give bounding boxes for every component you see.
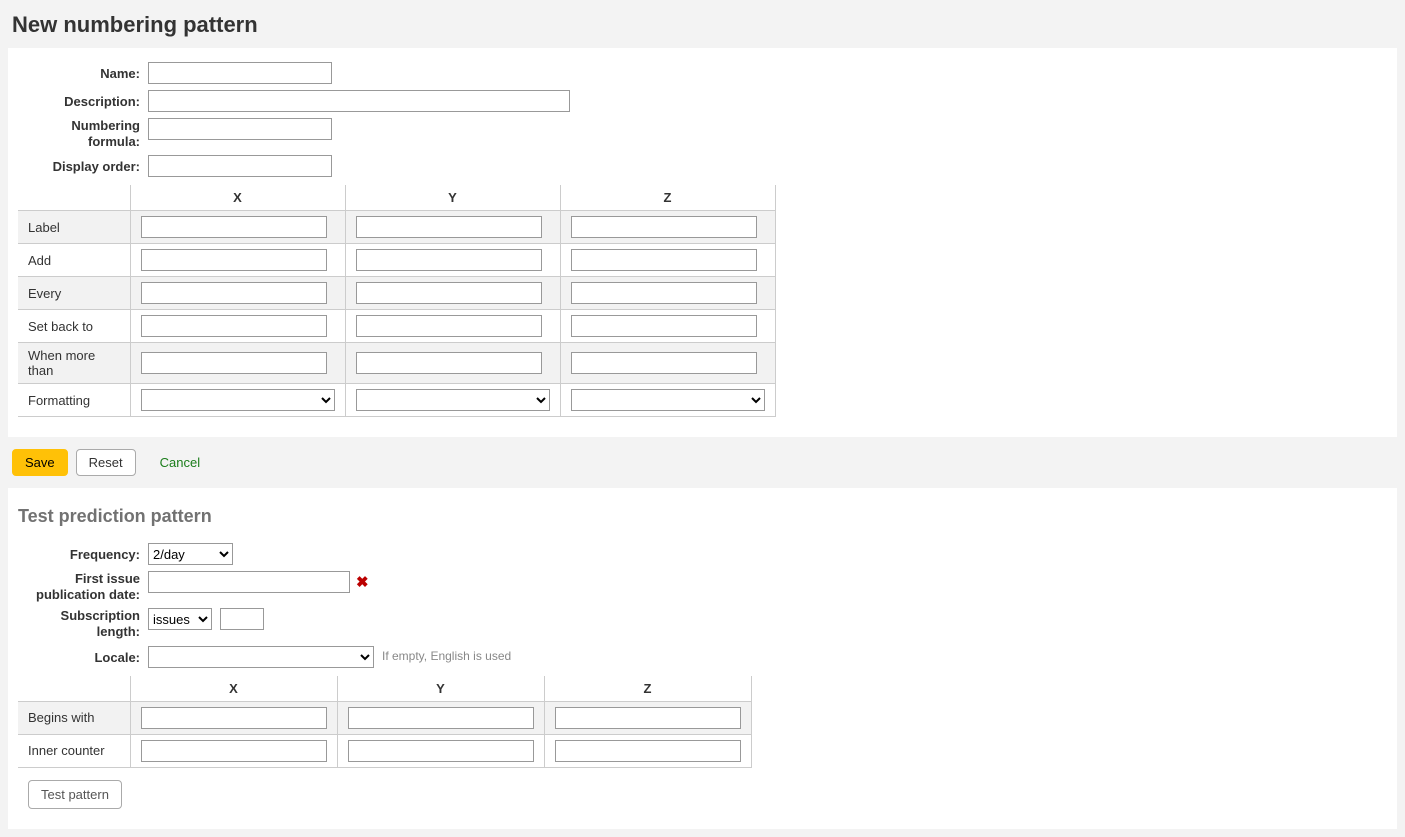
- every-y-input[interactable]: [356, 282, 542, 304]
- begins-x-input[interactable]: [141, 707, 327, 729]
- row-label: Add: [18, 244, 130, 277]
- setback-z-input[interactable]: [571, 315, 757, 337]
- numbering-pattern-panel: Name: Description: Numbering formula: Di…: [8, 48, 1397, 437]
- add-y-input[interactable]: [356, 249, 542, 271]
- every-z-input[interactable]: [571, 282, 757, 304]
- table-row: Add: [18, 244, 775, 277]
- sub-length-unit-select[interactable]: issues: [148, 608, 212, 630]
- sub-length-label: Subscription length:: [18, 608, 148, 639]
- reset-button[interactable]: Reset: [76, 449, 136, 476]
- frequency-select[interactable]: 2/day: [148, 543, 233, 565]
- row-label: Formatting: [18, 384, 130, 417]
- formatting-z-select[interactable]: [571, 389, 765, 411]
- begins-y-input[interactable]: [348, 707, 534, 729]
- action-bar: Save Reset Cancel: [8, 437, 1397, 488]
- locale-hint: If empty, English is used: [382, 646, 511, 663]
- formula-label: Numbering formula:: [18, 118, 148, 149]
- label-x-input[interactable]: [141, 216, 327, 238]
- add-z-input[interactable]: [571, 249, 757, 271]
- page-title: New numbering pattern: [12, 12, 1397, 38]
- save-button[interactable]: Save: [12, 449, 68, 476]
- test-pattern-button[interactable]: Test pattern: [28, 780, 122, 809]
- name-input[interactable]: [148, 62, 332, 84]
- col-z: Z: [544, 676, 751, 702]
- table-row: Every: [18, 277, 775, 310]
- col-y: Y: [337, 676, 544, 702]
- grid-corner: [18, 185, 130, 211]
- row-label: Every: [18, 277, 130, 310]
- label-y-input[interactable]: [356, 216, 542, 238]
- col-x: X: [130, 185, 345, 211]
- grid-corner: [18, 676, 130, 702]
- first-issue-date-input[interactable]: [148, 571, 350, 593]
- setback-y-input[interactable]: [356, 315, 542, 337]
- whenmore-y-input[interactable]: [356, 352, 542, 374]
- test-grid: X Y Z Begins with Inner counter: [18, 676, 752, 768]
- row-label: When more than: [18, 343, 130, 384]
- inner-x-input[interactable]: [141, 740, 327, 762]
- locale-label: Locale:: [18, 646, 148, 666]
- first-issue-label: First issue publication date:: [18, 571, 148, 602]
- inner-y-input[interactable]: [348, 740, 534, 762]
- row-label: Set back to: [18, 310, 130, 343]
- frequency-label: Frequency:: [18, 543, 148, 563]
- whenmore-x-input[interactable]: [141, 352, 327, 374]
- begins-z-input[interactable]: [555, 707, 741, 729]
- name-label: Name:: [18, 62, 148, 82]
- display-order-input[interactable]: [148, 155, 332, 177]
- cancel-link[interactable]: Cancel: [148, 450, 212, 475]
- pattern-grid: X Y Z Label Add Every: [18, 185, 776, 417]
- table-row: Set back to: [18, 310, 775, 343]
- row-label: Label: [18, 211, 130, 244]
- col-y: Y: [345, 185, 560, 211]
- setback-x-input[interactable]: [141, 315, 327, 337]
- row-label: Inner counter: [18, 734, 130, 767]
- formula-input[interactable]: [148, 118, 332, 140]
- row-label: Begins with: [18, 701, 130, 734]
- test-prediction-panel: Test prediction pattern Frequency: 2/day…: [8, 488, 1397, 828]
- display-order-label: Display order:: [18, 155, 148, 175]
- add-x-input[interactable]: [141, 249, 327, 271]
- table-row: When more than: [18, 343, 775, 384]
- clear-date-icon[interactable]: ✖: [356, 571, 369, 591]
- col-z: Z: [560, 185, 775, 211]
- table-row: Begins with: [18, 701, 751, 734]
- table-row: Label: [18, 211, 775, 244]
- formatting-y-select[interactable]: [356, 389, 550, 411]
- col-x: X: [130, 676, 337, 702]
- test-panel-legend: Test prediction pattern: [18, 506, 1387, 527]
- locale-select[interactable]: [148, 646, 374, 668]
- description-label: Description:: [18, 90, 148, 110]
- whenmore-z-input[interactable]: [571, 352, 757, 374]
- inner-z-input[interactable]: [555, 740, 741, 762]
- sub-length-input[interactable]: [220, 608, 264, 630]
- table-row: Formatting: [18, 384, 775, 417]
- label-z-input[interactable]: [571, 216, 757, 238]
- table-row: Inner counter: [18, 734, 751, 767]
- description-input[interactable]: [148, 90, 570, 112]
- every-x-input[interactable]: [141, 282, 327, 304]
- formatting-x-select[interactable]: [141, 389, 335, 411]
